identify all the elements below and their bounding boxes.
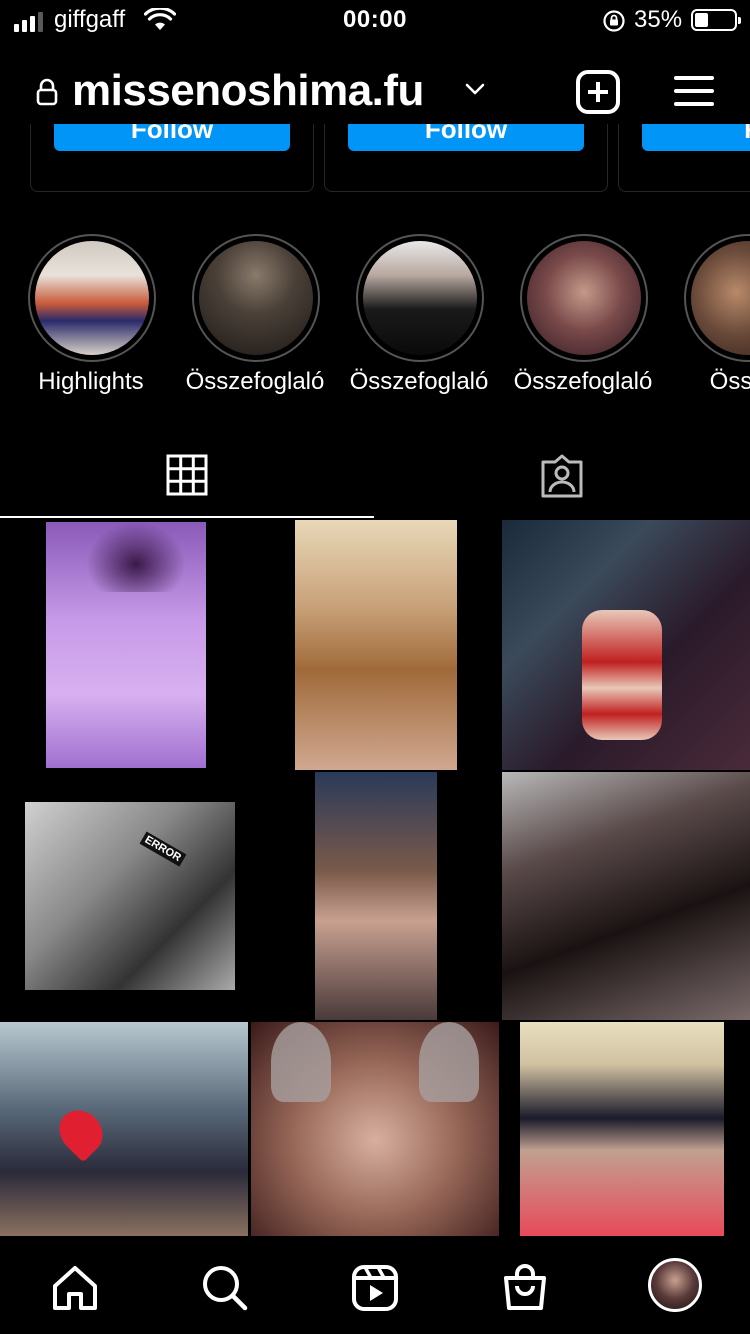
- account-username[interactable]: missenoshima.fu: [72, 66, 424, 116]
- battery-icon: [691, 9, 741, 31]
- chevron-down-icon[interactable]: [464, 82, 486, 96]
- suggested-accounts: Follow Follow Fo: [0, 124, 750, 194]
- post-thumbnail[interactable]: [0, 1022, 248, 1236]
- tab-posts-grid[interactable]: [0, 438, 374, 518]
- reels-icon[interactable]: [347, 1260, 403, 1316]
- lock-icon: [36, 78, 58, 106]
- post-thumbnail[interactable]: [0, 520, 248, 770]
- highlight-label: Összefoglaló: [185, 368, 325, 395]
- suggested-card: Follow: [324, 124, 608, 192]
- highlight-label: Összef: [709, 368, 750, 395]
- search-icon[interactable]: [197, 1260, 253, 1316]
- highlight-thumbnail: [527, 241, 641, 355]
- profile-avatar[interactable]: [648, 1258, 702, 1312]
- battery-percent: 35%: [634, 6, 683, 33]
- profile-header: missenoshima.fu: [0, 60, 750, 124]
- highlight-label: Highlights: [38, 368, 144, 395]
- shop-icon[interactable]: [497, 1260, 553, 1316]
- highlight-label: Összefoglaló: [513, 368, 653, 395]
- post-thumbnail[interactable]: [502, 1022, 750, 1236]
- post-thumbnail[interactable]: [502, 772, 750, 1020]
- follow-button[interactable]: Fo: [642, 124, 750, 151]
- post-thumbnail[interactable]: [502, 520, 750, 770]
- highlight-thumbnail: [199, 241, 313, 355]
- bottom-navigation: [0, 1238, 750, 1334]
- rotation-lock-icon: [603, 10, 625, 32]
- menu-icon[interactable]: [674, 74, 714, 108]
- profile-tabs: [0, 438, 750, 518]
- highlight-thumbnail: [691, 241, 750, 355]
- story-highlights: Highlights Összefoglaló Összefoglaló Öss…: [0, 234, 750, 404]
- suggested-card: Fo: [618, 124, 750, 192]
- home-icon[interactable]: [47, 1260, 103, 1316]
- new-post-button[interactable]: [576, 70, 620, 114]
- grid-icon: [166, 454, 208, 496]
- post-thumbnail[interactable]: [251, 1022, 499, 1236]
- post-thumbnail[interactable]: ERROR: [0, 772, 248, 1020]
- tab-tagged[interactable]: [374, 438, 750, 518]
- follow-button[interactable]: Follow: [348, 124, 584, 151]
- follow-button[interactable]: Follow: [54, 124, 290, 151]
- post-thumbnail[interactable]: [251, 520, 499, 770]
- post-thumbnail[interactable]: [251, 772, 499, 1020]
- highlight-label: Összefoglaló: [349, 368, 489, 395]
- status-bar: giffgaff 00:00 35%: [0, 0, 750, 42]
- highlight-thumbnail: [363, 241, 477, 355]
- highlight-thumbnail: [35, 241, 149, 355]
- suggested-card: Follow: [30, 124, 314, 192]
- tagged-person-icon: [541, 454, 583, 498]
